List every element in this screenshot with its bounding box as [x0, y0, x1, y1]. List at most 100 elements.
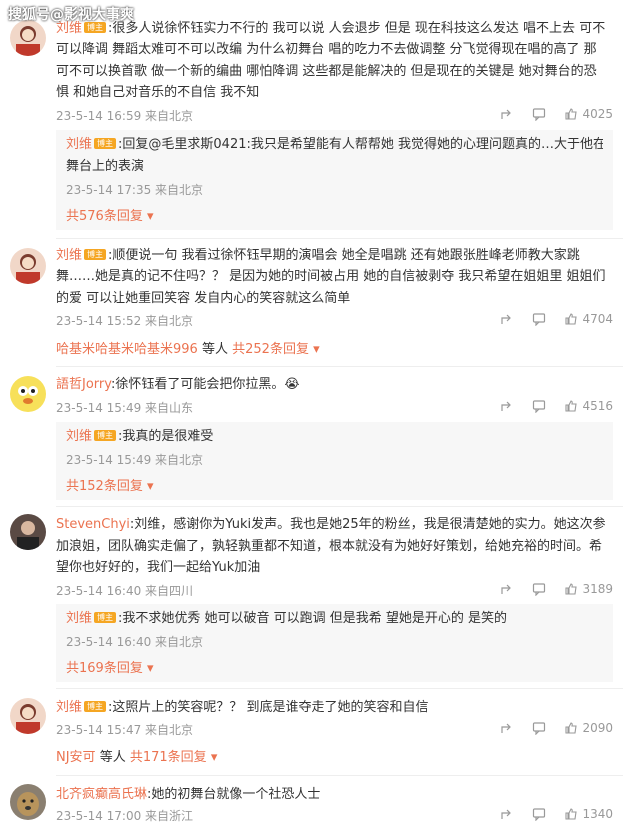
comment-text: 刘维 博主:很多人说徐怀钰实力不行的 我可以说 人会退步 但是 现在科技这么发达 … [56, 18, 605, 39]
avatar[interactable] [10, 376, 46, 412]
comment-line: :很多人说徐怀钰实力不行的 我可以说 人会退步 但是 现在科技这么发达 唱不上去… [108, 21, 605, 36]
avatar[interactable] [10, 514, 46, 550]
thread-participants[interactable]: NJ安可 [56, 750, 96, 765]
like-button[interactable]: 4704 [564, 312, 613, 326]
blogger-badge: 博主 [94, 138, 117, 149]
comment-icon[interactable] [532, 807, 546, 821]
thread-suffix: 等人 [201, 342, 228, 357]
like-button[interactable]: 2090 [564, 721, 613, 735]
comment-line: :刘维，感谢你为Yuki发声。我也是她25年的粉丝，我是很清楚她的实力。她这次参 [129, 517, 605, 532]
comment-icon[interactable] [532, 721, 546, 735]
comment-line: :顺便说一句 我看过徐怀钰早期的演唱会 她全是唱跳 还有她跟张胜峰老师教大家跳 [108, 248, 580, 263]
username[interactable]: 語哲Jorry [56, 377, 111, 392]
reply-line: 舞台上的表演 [66, 159, 145, 174]
like-count: 4704 [582, 312, 613, 326]
watermark: 搜狐号@影视大事爽 [8, 7, 134, 23]
share-icon[interactable] [500, 399, 514, 413]
thumbs-up-icon [565, 108, 578, 120]
share-icon[interactable] [500, 107, 514, 121]
like-button[interactable]: 4516 [564, 399, 613, 413]
comment-line: :她的初舞台就像一个社恐人士 [147, 787, 321, 802]
more-replies-link[interactable]: 共169条回复 ▾ [66, 658, 603, 679]
divider [56, 238, 623, 239]
avatar[interactable] [10, 784, 46, 820]
thumbs-up-icon [565, 583, 578, 595]
more-replies-link[interactable]: 共252条回复 ▾ [232, 342, 320, 357]
thumbs-up-icon [565, 808, 578, 820]
reply-line: :我真的是很难受 [118, 429, 214, 444]
reply-meta: 23-5-14 17:35 来自北京 [66, 183, 204, 197]
share-icon[interactable] [500, 312, 514, 326]
share-icon[interactable] [500, 582, 514, 596]
like-count: 3189 [582, 582, 613, 596]
comment-line: 加浪姐，团队确实走偏了，孰轻孰重都不知道，根本就没有为她好好策划，给她充裕的时间… [56, 539, 603, 554]
thumbs-up-icon [565, 313, 578, 325]
comment-actions: 2090 [500, 721, 613, 735]
reply-text: 刘维 博主:回复@毛里求斯0421:我只是希望能有人帮帮她 我觉得她的心理问题真的… [66, 134, 603, 155]
divider [56, 366, 623, 367]
comment-line: 的爱 可以让她重回笑容 发自内心的笑容就这么简单 [56, 291, 351, 306]
comment-actions: 4025 [500, 107, 613, 121]
comment-text: StevenChyi:刘维，感谢你为Yuki发声。我也是她25年的粉丝，我是很清… [56, 514, 605, 535]
username[interactable]: 刘维 [66, 611, 92, 626]
comment-actions: 3189 [500, 582, 613, 596]
divider [56, 688, 623, 689]
reply-line: :我不求她优秀 她可以破音 可以跑调 但是我希 望她是开心的 是笑的 [118, 611, 508, 626]
username[interactable]: 刘维 [56, 248, 82, 263]
comment-text: 刘维 博主:顺便说一句 我看过徐怀钰早期的演唱会 她全是唱跳 还有她跟张胜峰老师教… [56, 245, 605, 266]
blogger-badge: 博主 [84, 701, 107, 712]
divider [56, 775, 623, 776]
like-count: 2090 [582, 721, 613, 735]
like-count: 4516 [582, 399, 613, 413]
more-replies-link[interactable]: 共152条回复 ▾ [66, 476, 603, 497]
username[interactable]: StevenChyi [56, 517, 130, 532]
username[interactable]: 刘维 [56, 700, 82, 715]
reply-box: 刘维 博主:我真的是很难受 23-5-14 15:49 来自北京 共152条回复 … [56, 422, 613, 500]
share-icon[interactable] [500, 807, 514, 821]
reply-meta: 23-5-14 16:40 来自北京 [66, 635, 204, 649]
comment-line: 望你也好好的，我们一起给Yuk加油 [56, 560, 261, 575]
divider [56, 506, 623, 507]
comment-actions: 4704 [500, 312, 613, 326]
avatar[interactable] [10, 248, 46, 284]
like-count: 1340 [582, 807, 613, 821]
thumbs-up-icon [565, 722, 578, 734]
reply-box: 刘维 博主:回复@毛里求斯0421:我只是希望能有人帮帮她 我觉得她的心理问题真的… [56, 130, 613, 230]
more-replies-link[interactable]: 共171条回复 ▾ [130, 750, 218, 765]
like-button[interactable]: 4025 [564, 107, 613, 121]
thumbs-up-icon [565, 400, 578, 412]
comment-line: :徐怀钰看了可能会把你拉黑。😭 [111, 377, 300, 392]
avatar[interactable] [10, 698, 46, 734]
reply-text: 刘维 博主:我不求她优秀 她可以破音 可以跑调 但是我希 望她是开心的 是笑的 [66, 608, 603, 629]
avatar[interactable] [10, 20, 46, 56]
comment-icon[interactable] [532, 399, 546, 413]
reply-text: 刘维 博主:我真的是很难受 [66, 426, 603, 447]
share-icon[interactable] [500, 721, 514, 735]
blogger-badge: 博主 [94, 612, 117, 623]
like-button[interactable]: 1340 [564, 807, 613, 821]
username[interactable]: 刘维 [66, 137, 92, 152]
more-replies-link[interactable]: 共576条回复 ▾ [66, 206, 603, 227]
username[interactable]: 刘维 [66, 429, 92, 444]
comment-line: 惧 和她自己对音乐的不自信 我不知 [56, 85, 260, 100]
reply-box: 刘维 博主:我不求她优秀 她可以破音 可以跑调 但是我希 望她是开心的 是笑的 2… [56, 604, 613, 682]
comment-line: 可以降调 舞蹈太难可不可以改编 为什么初舞台 唱的吃力不去做调整 分飞觉得现在唱… [56, 42, 597, 57]
blogger-badge: 博主 [84, 249, 107, 260]
comment-actions: 1340 [500, 807, 613, 821]
username[interactable]: 北齐疯癫高氏琳 [56, 787, 147, 802]
comment-icon[interactable] [532, 582, 546, 596]
blogger-badge: 博主 [94, 430, 117, 441]
comment-text: 北齐疯癫高氏琳:她的初舞台就像一个社恐人士 [56, 784, 605, 805]
comment-icon[interactable] [532, 107, 546, 121]
comment-actions: 4516 [500, 399, 613, 413]
reply-meta: 23-5-14 15:49 来自北京 [66, 453, 204, 467]
comment-line: :这照片上的笑容呢？？ 到底是谁夺走了她的笑容和自信 [108, 700, 429, 715]
thread-participants[interactable]: 哈基米哈基米哈基米996 [56, 342, 198, 357]
comment-icon[interactable] [532, 312, 546, 326]
reply-line: :回复@毛里求斯0421:我只是希望能有人帮帮她 我觉得她的心理问题真的…大于他… [118, 137, 603, 152]
comment-text: 刘维 博主:这照片上的笑容呢？？ 到底是谁夺走了她的笑容和自信 [56, 697, 605, 718]
reply-thread-summary: NJ安可 等人 共171条回复 ▾ [56, 747, 605, 768]
like-button[interactable]: 3189 [564, 582, 613, 596]
comment-line: 舞……她是真的记不住吗？？ 是因为她的时间被占用 她的自信被剥夺 我只希望在姐姐… [56, 269, 605, 284]
reply-thread-summary: 哈基米哈基米哈基米996 等人 共252条回复 ▾ [56, 339, 605, 360]
